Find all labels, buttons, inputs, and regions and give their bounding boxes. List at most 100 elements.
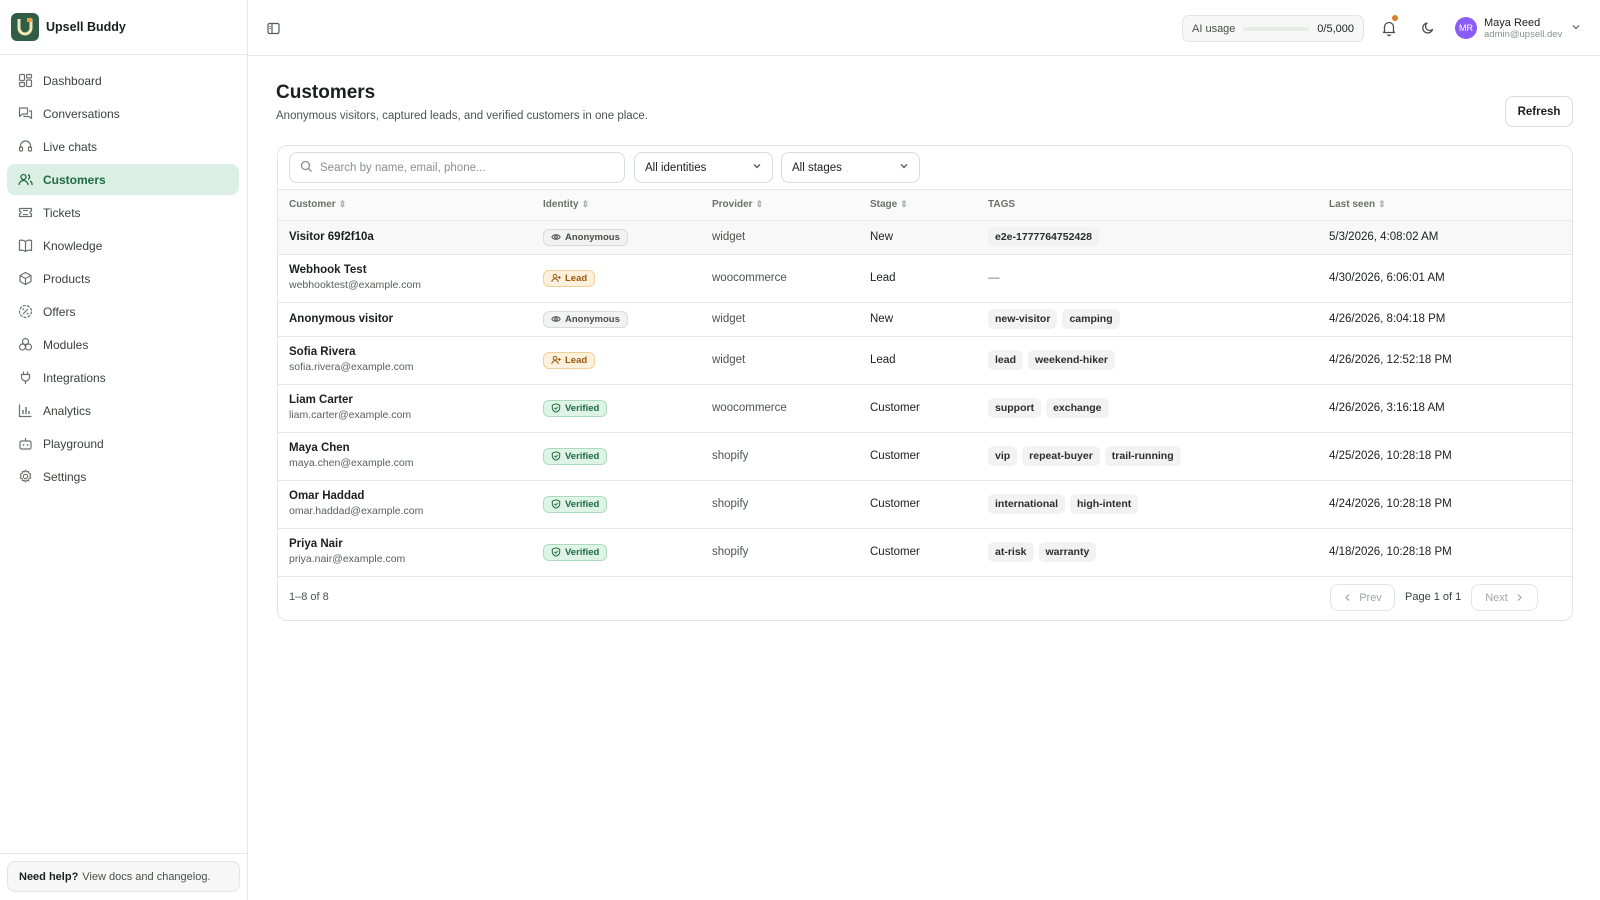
ai-usage-label: AI usage: [1192, 22, 1236, 35]
gear-icon: [17, 468, 34, 485]
tag-chip: at-risk: [988, 542, 1034, 562]
eye-icon: [551, 232, 561, 242]
help-link[interactable]: Need help? View docs and changelog.: [7, 861, 240, 892]
tags-cell: —: [977, 254, 1318, 303]
sidebar-toggle-icon[interactable]: [264, 19, 282, 37]
divider: [0, 853, 248, 854]
tag-chip: vip: [988, 446, 1018, 466]
sidebar: Upsell Buddy Dashboard Conversations Live …: [0, 0, 248, 900]
identity-cell: Verified: [532, 528, 701, 577]
tag-chip: new-visitor: [988, 309, 1058, 329]
ai-usage-meter[interactable]: AI usage 0/5,000: [1182, 15, 1364, 42]
customer-name: Sofia Rivera: [289, 346, 356, 358]
customer-email: liam.carter@example.com: [289, 409, 412, 421]
sidebar-item-label: Modules: [43, 337, 89, 352]
sidebar-item-conversations[interactable]: Conversations: [7, 98, 239, 129]
table-row[interactable]: Priya Nair priya.nair@example.com Verified…: [278, 528, 1572, 577]
customer-name: Omar Haddad: [289, 490, 365, 502]
sidebar-item-customers[interactable]: Customers: [7, 164, 239, 195]
prev-page-button[interactable]: Prev: [1330, 584, 1395, 611]
provider-cell: shopify: [701, 480, 859, 529]
result-count: 1–8 of 8: [289, 591, 329, 603]
table-row[interactable]: Maya Chen maya.chen@example.com Verified sh…: [278, 432, 1572, 481]
sidebar-item-label: Conversations: [43, 106, 120, 121]
table-row[interactable]: Omar Haddad omar.haddad@example.com Verifi…: [278, 480, 1572, 529]
sidebar-item-analytics[interactable]: Analytics: [7, 395, 239, 426]
stage-filter[interactable]: All stages: [781, 152, 920, 183]
col-stage-label: Stage: [870, 199, 898, 211]
moon-icon[interactable]: [1418, 18, 1438, 38]
stage-cell: Customer: [859, 432, 977, 481]
next-page-button[interactable]: Next: [1471, 584, 1538, 611]
dashboard-icon: [17, 72, 34, 89]
tag-chip: high-intent: [1070, 494, 1139, 514]
table-row[interactable]: Sofia Rivera sofia.rivera@example.com Lead…: [278, 336, 1572, 385]
sidebar-item-label: Dashboard: [43, 73, 102, 88]
col-customer[interactable]: Customer ⇕: [278, 190, 532, 221]
sidebar-item-knowledge[interactable]: Knowledge: [7, 230, 239, 261]
user-menu[interactable]: MR Maya Reed admin@upsell.dev: [1455, 13, 1581, 43]
ticket-icon: [17, 204, 34, 221]
table-row[interactable]: Visitor 69f2f10a Anonymous widget New e2e-17…: [278, 220, 1572, 255]
provider-cell: widget: [701, 302, 859, 337]
pagination: 1–8 of 8 Prev Page 1 of 1 Next: [278, 577, 1572, 620]
sidebar-item-settings[interactable]: Settings: [7, 461, 239, 492]
table-row[interactable]: Liam Carter liam.carter@example.com Verifi…: [278, 384, 1572, 433]
tags-cell: at-risk warranty: [977, 528, 1318, 577]
sidebar-item-live-chats[interactable]: Live chats: [7, 131, 239, 162]
sidebar-item-dashboard[interactable]: Dashboard: [7, 65, 239, 96]
sidebar-item-products[interactable]: Products: [7, 263, 239, 294]
headset-icon: [17, 138, 34, 155]
col-last-seen[interactable]: Last seen ⇕: [1318, 190, 1572, 221]
col-tags: TAGS: [977, 190, 1318, 221]
sidebar-item-integrations[interactable]: Integrations: [7, 362, 239, 393]
brand[interactable]: Upsell Buddy: [0, 0, 247, 55]
sort-icon: ⇕: [755, 199, 764, 210]
sidebar-item-label: Offers: [43, 304, 76, 319]
notification-dot: [1392, 15, 1398, 21]
last-seen-cell: 4/26/2026, 12:52:18 PM: [1318, 336, 1572, 385]
col-provider[interactable]: Provider ⇕: [701, 190, 859, 221]
sort-icon: ⇕: [1378, 199, 1386, 210]
tag-chip: lead: [988, 350, 1024, 370]
customer-name: Visitor 69f2f10a: [289, 230, 374, 243]
identity-badge: Verified: [543, 543, 608, 561]
sidebar-item-modules[interactable]: Modules: [7, 329, 239, 360]
sidebar-item-label: Live chats: [43, 139, 98, 154]
identity-cell: Anonymous: [532, 220, 701, 255]
last-seen-cell: 4/25/2026, 10:28:18 PM: [1318, 432, 1572, 481]
identity-filter[interactable]: All identities: [634, 152, 773, 183]
search-input[interactable]: [320, 161, 610, 174]
refresh-button[interactable]: Refresh: [1505, 96, 1573, 127]
search-box[interactable]: [289, 152, 625, 183]
table-row[interactable]: Anonymous visitor Anonymous widget New new-v…: [278, 302, 1572, 337]
shield-check-icon: [551, 451, 561, 461]
col-customer-label: Customer: [289, 199, 336, 211]
col-identity[interactable]: Identity ⇕: [532, 190, 701, 221]
stage-cell: New: [859, 302, 977, 337]
sidebar-item-playground[interactable]: Playground: [7, 428, 239, 459]
identity-cell: Verified: [532, 384, 701, 433]
table-row[interactable]: Webhook Test webhooktest@example.com Lead w…: [278, 254, 1572, 303]
sidebar-item-tickets[interactable]: Tickets: [7, 197, 239, 228]
identity-badge: Lead: [543, 269, 596, 287]
identity-label: Verified: [565, 450, 600, 462]
filter-bar: All identities All stages: [278, 146, 1572, 190]
col-tags-label: TAGS: [988, 199, 1016, 211]
identity-label: Verified: [565, 402, 600, 414]
identity-label: Verified: [565, 546, 600, 558]
col-stage[interactable]: Stage ⇕: [859, 190, 977, 221]
table-body: Visitor 69f2f10a Anonymous widget New e2e-17…: [278, 220, 1572, 577]
sidebar-item-offers[interactable]: Offers: [7, 296, 239, 327]
help-text: View docs and changelog.: [82, 870, 211, 883]
percent-icon: [17, 303, 34, 320]
customers-table: Customer ⇕ Identity ⇕ Provider ⇕ Stage ⇕ TAG…: [278, 190, 1572, 577]
customer-name: Priya Nair: [289, 538, 343, 550]
sidebar-item-label: Integrations: [43, 370, 106, 385]
chevron-down-icon: [1571, 21, 1581, 35]
bell-icon[interactable]: [1379, 15, 1399, 38]
user-plus-icon: [551, 355, 561, 365]
logo-icon: [11, 13, 39, 41]
tag-chip: exchange: [1046, 398, 1109, 418]
sort-icon: ⇕: [900, 199, 908, 210]
